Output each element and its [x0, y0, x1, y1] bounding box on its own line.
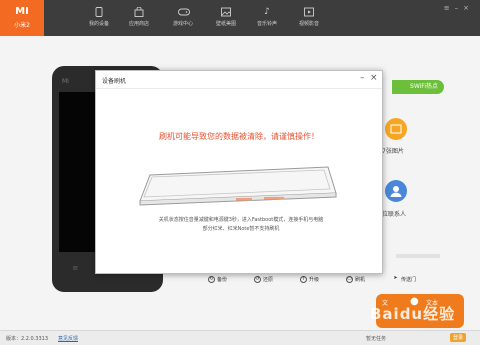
- backup-icon: ↻: [208, 276, 215, 283]
- contacts-count: 位联系人: [382, 211, 407, 218]
- status-bar: 版本：2.2.0.3313 意见反馈 暂无任务 登录: [0, 330, 480, 345]
- phone-logo: MI: [62, 78, 69, 85]
- minimize-icon[interactable]: –: [455, 4, 464, 12]
- restore-icon: ↺: [254, 276, 261, 283]
- restore-button[interactable]: ↺ 还原: [254, 276, 273, 283]
- picture-icon: [221, 7, 231, 17]
- warning-text: 刷机可能导致您的数据被清除，请谨慎操作！: [159, 132, 319, 141]
- backup-button[interactable]: ↻ 备份: [208, 276, 227, 283]
- nav-my-device[interactable]: 我的设备: [79, 0, 119, 36]
- mi-logo: MI: [15, 6, 29, 17]
- upgrade-icon: ↑: [300, 276, 307, 283]
- instruction-line-1: 关机状态按住音量减键和电源键3秒，进入Fastboot模式，连接手机与电脑: [158, 217, 324, 223]
- nav-app-store[interactable]: 应用商店: [119, 0, 159, 36]
- nav-label: 壁纸美图: [215, 21, 236, 27]
- send-button[interactable]: ➤ 传送门: [392, 275, 416, 284]
- window-controls: ≡–×: [444, 4, 474, 12]
- shopping-bag-icon: [134, 6, 144, 17]
- nav-label: 游戏中心: [172, 21, 193, 27]
- send-icon: ➤: [393, 275, 398, 281]
- instruction-text: 关机状态按住音量减键和电源键3秒，进入Fastboot模式，连接手机与电脑 部分…: [136, 216, 346, 234]
- music-note-icon: ♪: [264, 7, 270, 17]
- menu-icon[interactable]: ≡: [444, 4, 455, 12]
- photos-icon[interactable]: [385, 118, 407, 140]
- minimize-icon[interactable]: –: [360, 73, 365, 83]
- wifi-hotspot-button[interactable]: SWiFi热点: [392, 80, 444, 94]
- nav-video[interactable]: 视频影音: [289, 0, 329, 36]
- nav-wallpaper[interactable]: 壁纸美图: [206, 0, 246, 36]
- flash-dialog: 设备刷机 – × 刷机可能导致您的数据被清除，请谨慎操作！ 关机状态按住音量减键…: [95, 70, 383, 274]
- close-icon[interactable]: ×: [370, 73, 378, 83]
- flash-icon: ▭: [346, 276, 353, 283]
- phone-side-illustration: [139, 166, 337, 206]
- feedback-link[interactable]: 意见反馈: [58, 335, 78, 342]
- photos-count: 7张图片: [382, 148, 404, 155]
- nav-music[interactable]: ♪ 音乐铃声: [247, 0, 287, 36]
- close-icon[interactable]: ×: [463, 4, 474, 12]
- dialog-divider: [96, 88, 382, 89]
- app-window: MI 小米2 我的设备 应用商店 游戏中心 壁纸美图 ♪ 音乐铃声 视频影音 ≡…: [0, 0, 480, 345]
- storage-progress-bar: [396, 254, 440, 258]
- instruction-line-2: 部分红米、红米Note暂不支持刷机: [202, 226, 280, 232]
- login-button[interactable]: 登录: [450, 333, 467, 342]
- flash-button[interactable]: ▭ 刷机: [346, 276, 365, 283]
- version-text: 版本：2.2.0.3313: [6, 336, 49, 342]
- nav-label: 我的设备: [88, 21, 109, 27]
- upgrade-button[interactable]: ↑ 升级: [300, 276, 319, 283]
- gamepad-icon: [178, 7, 190, 17]
- nav-game-center[interactable]: 游戏中心: [163, 0, 203, 36]
- device-brand-tab[interactable]: MI 小米2: [0, 0, 44, 36]
- nav-label: 音乐铃声: [256, 21, 277, 27]
- contacts-icon[interactable]: [385, 180, 407, 202]
- baidu-watermark: Baidu经验: [370, 305, 456, 323]
- task-status: 暂无任务: [366, 336, 387, 342]
- device-name: 小米2: [14, 22, 30, 29]
- phone-icon: [94, 7, 104, 17]
- nav-label: 视频影音: [298, 21, 319, 27]
- video-play-icon: [304, 7, 314, 17]
- nav-label: 应用商店: [128, 21, 149, 27]
- dialog-title: 设备刷机: [102, 78, 127, 85]
- top-bar: MI 小米2 我的设备 应用商店 游戏中心 壁纸美图 ♪ 音乐铃声 视频影音 ≡…: [0, 0, 480, 36]
